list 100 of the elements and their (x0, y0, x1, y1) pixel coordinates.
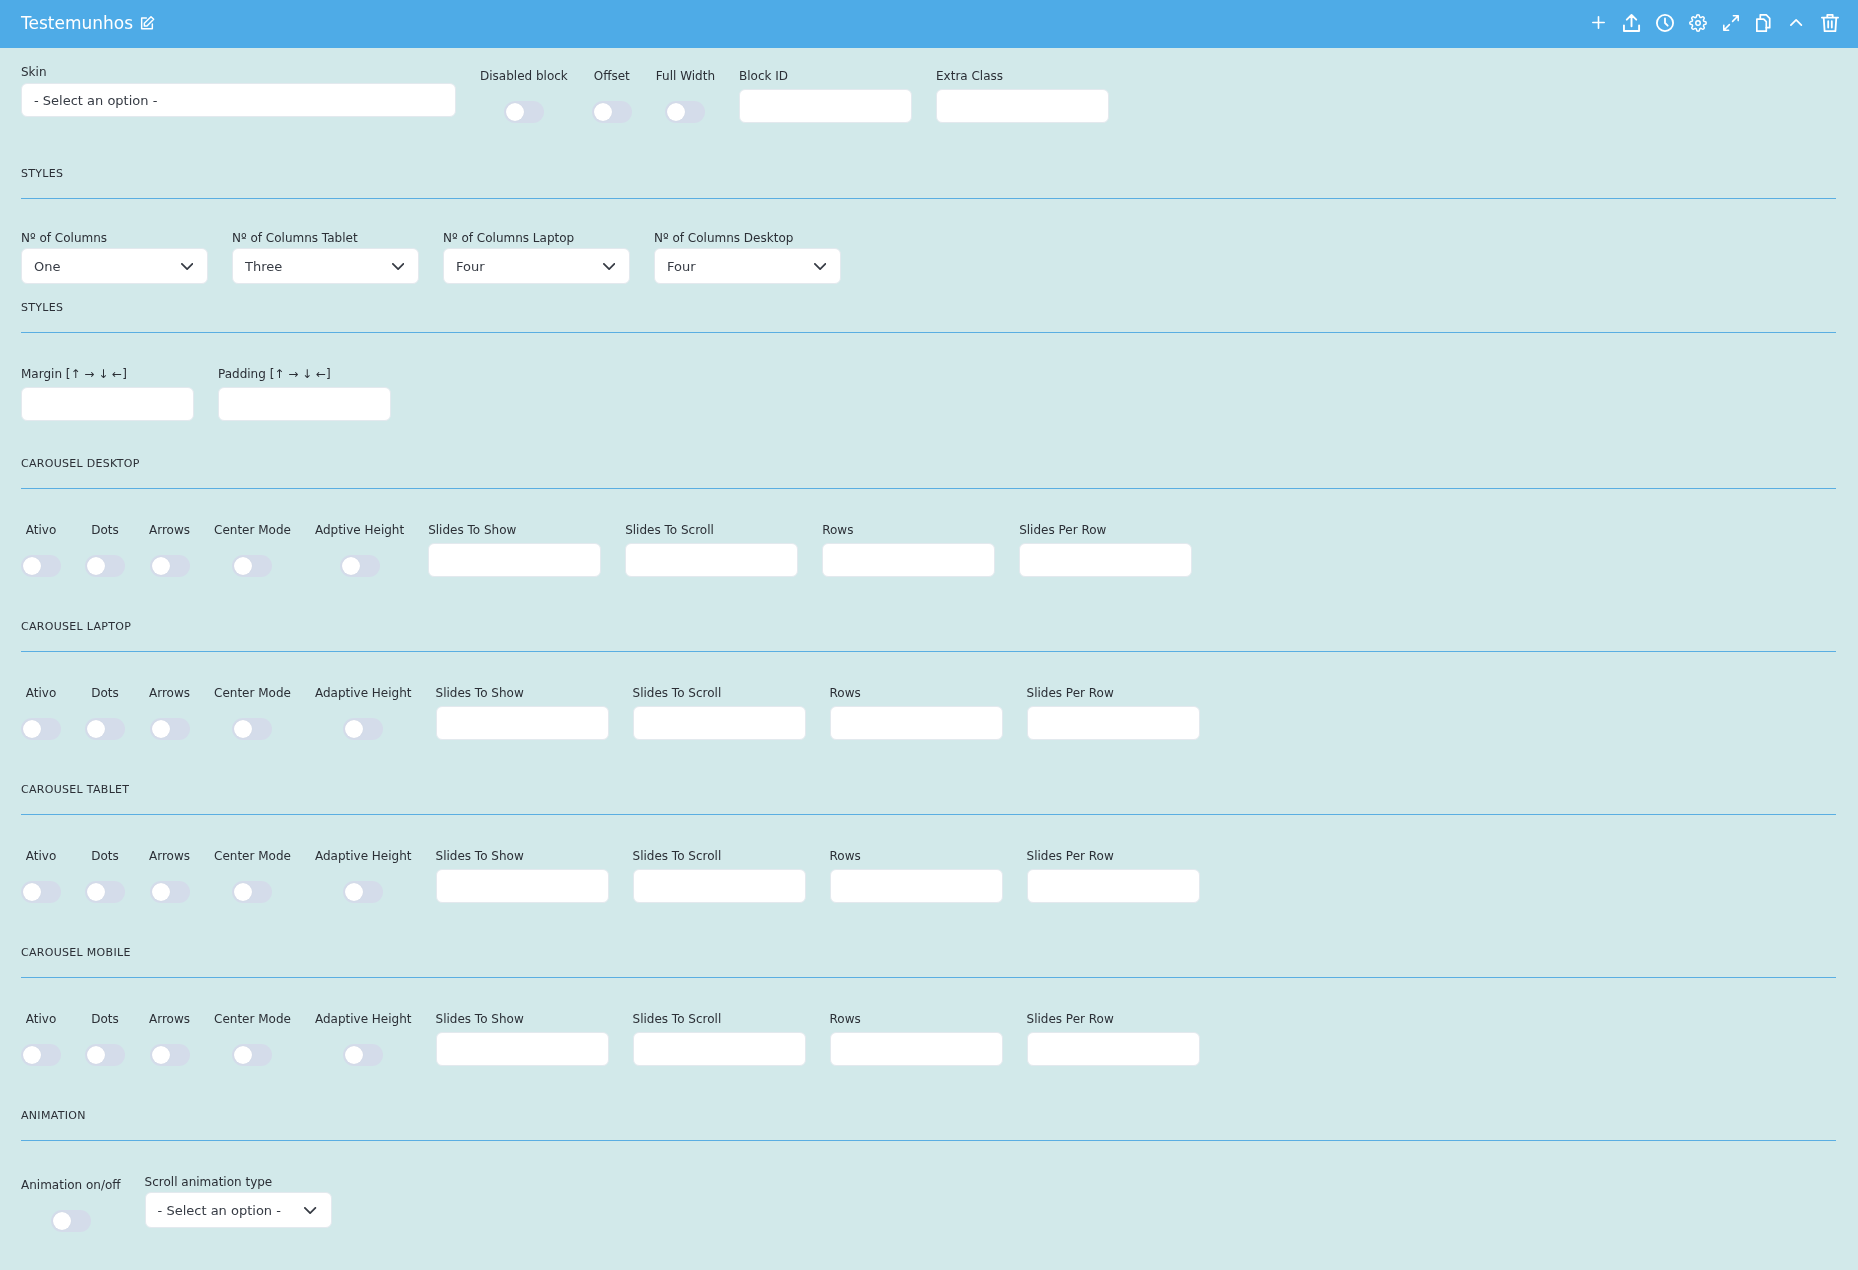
text-input[interactable] (21, 387, 194, 421)
field-label: Nº of Columns Laptop (443, 230, 575, 246)
text-input[interactable] (829, 1032, 1003, 1066)
field-label: Slides To Show (428, 522, 517, 538)
toggle-switch[interactable] (85, 718, 125, 740)
field-label: Ativo (25, 1011, 57, 1027)
field-label: Ativo (25, 522, 57, 538)
toggle-switch[interactable] (85, 555, 125, 577)
text-input[interactable] (625, 543, 799, 577)
field-label: Slides To Scroll (632, 1011, 722, 1027)
field-label: Margin [↑ → ↓ ←] (21, 366, 127, 382)
field-label: Slides Per Row (1019, 522, 1107, 538)
field-label: Arrows (149, 848, 190, 864)
text-input[interactable] (435, 1032, 609, 1066)
toggle-switch[interactable] (21, 881, 61, 903)
toggle-switch[interactable] (343, 718, 384, 740)
field-label: Nº of Columns Desktop (654, 230, 794, 246)
toggle-switch[interactable] (503, 101, 544, 123)
field-label: Block ID (739, 68, 789, 84)
field-label: Slides To Show (435, 848, 524, 864)
text-input[interactable] (822, 543, 996, 577)
toggle-switch[interactable] (21, 1044, 61, 1066)
text-input[interactable] (1019, 543, 1193, 577)
copy-icon[interactable] (1756, 13, 1771, 32)
field-label: Animation on/off (21, 1177, 121, 1193)
section-heading: CAROUSEL TABLET (21, 782, 130, 798)
toggle-switch[interactable] (85, 881, 125, 903)
text-input[interactable] (739, 89, 912, 123)
toggle-switch[interactable] (21, 555, 61, 577)
toggle-switch[interactable] (50, 1210, 91, 1232)
field-label: Padding [↑ → ↓ ←] (218, 366, 331, 382)
toggle-switch[interactable] (232, 555, 273, 577)
text-input[interactable] (632, 869, 806, 903)
field-label: Dots (91, 685, 119, 701)
field-label: Disabled block (480, 68, 568, 84)
field-label: Adaptive Height (314, 1011, 412, 1027)
field-label: Nº of Columns (21, 230, 108, 246)
chevron-down-icon (813, 262, 826, 270)
toggle-switch[interactable] (343, 1044, 384, 1066)
text-input[interactable] (1026, 706, 1200, 740)
plus-icon[interactable] (1592, 16, 1605, 29)
field-label: Slides Per Row (1026, 685, 1114, 701)
settings-icon[interactable] (1688, 13, 1707, 32)
block-title: Testemunhos (21, 11, 134, 34)
text-input[interactable] (435, 869, 609, 903)
select-field[interactable]: - Select an option - (21, 83, 456, 117)
section-heading: CAROUSEL DESKTOP (21, 456, 140, 472)
select-field[interactable]: Three (232, 248, 419, 284)
text-input[interactable] (632, 1032, 806, 1066)
text-input[interactable] (1026, 1032, 1200, 1066)
text-input[interactable] (1026, 869, 1200, 903)
text-input[interactable] (829, 706, 1003, 740)
select-field[interactable]: - Select an option - (144, 1192, 332, 1228)
field-label: Center Mode (214, 848, 291, 864)
field-label: Rows (829, 1011, 861, 1027)
field-label: Adaptive Height (314, 848, 412, 864)
field-label: Dots (91, 1011, 119, 1027)
field-label: Adptive Height (314, 522, 405, 538)
field-label: Ativo (25, 848, 57, 864)
chevron-down-icon (304, 1206, 317, 1214)
toggle-switch[interactable] (232, 1044, 273, 1066)
toggle-switch[interactable] (21, 718, 61, 740)
field-label: Arrows (149, 685, 190, 701)
select-field[interactable]: Four (654, 248, 841, 284)
chevron-up-icon[interactable] (1790, 19, 1803, 26)
trash-icon[interactable] (1820, 13, 1839, 32)
clock-icon[interactable] (1655, 13, 1674, 32)
text-input[interactable] (829, 869, 1003, 903)
field-label: Rows (822, 522, 854, 538)
text-input[interactable] (936, 89, 1109, 123)
field-label: Dots (91, 848, 119, 864)
field-label: Extra Class (936, 68, 1004, 84)
toggle-switch[interactable] (149, 555, 190, 577)
toggle-switch[interactable] (149, 881, 190, 903)
text-input[interactable] (428, 543, 602, 577)
field-label: Nº of Columns Tablet (232, 230, 358, 246)
upload-icon[interactable] (1622, 13, 1640, 32)
toggle-switch[interactable] (85, 1044, 125, 1066)
toggle-switch[interactable] (591, 101, 632, 123)
toggle-switch[interactable] (149, 1044, 190, 1066)
field-label: Center Mode (214, 522, 291, 538)
toggle-switch[interactable] (339, 555, 380, 577)
toggle-switch[interactable] (149, 718, 190, 740)
field-label: Slides To Scroll (632, 685, 722, 701)
text-input[interactable] (632, 706, 806, 740)
toggle-switch[interactable] (232, 881, 273, 903)
section-heading: CAROUSEL LAPTOP (21, 619, 132, 635)
toggle-switch[interactable] (232, 718, 273, 740)
toggle-switch[interactable] (665, 101, 706, 123)
expand-icon[interactable] (1722, 14, 1739, 31)
section-heading: CAROUSEL MOBILE (21, 945, 131, 961)
edit-icon[interactable] (141, 15, 155, 30)
text-input[interactable] (435, 706, 609, 740)
text-input[interactable] (218, 387, 391, 421)
field-label: Slides To Scroll (625, 522, 714, 538)
field-label: Dots (91, 522, 119, 538)
select-field[interactable]: Four (443, 248, 630, 284)
field-label: Slides Per Row (1026, 1011, 1114, 1027)
select-field[interactable]: One (21, 248, 208, 284)
toggle-switch[interactable] (343, 881, 384, 903)
